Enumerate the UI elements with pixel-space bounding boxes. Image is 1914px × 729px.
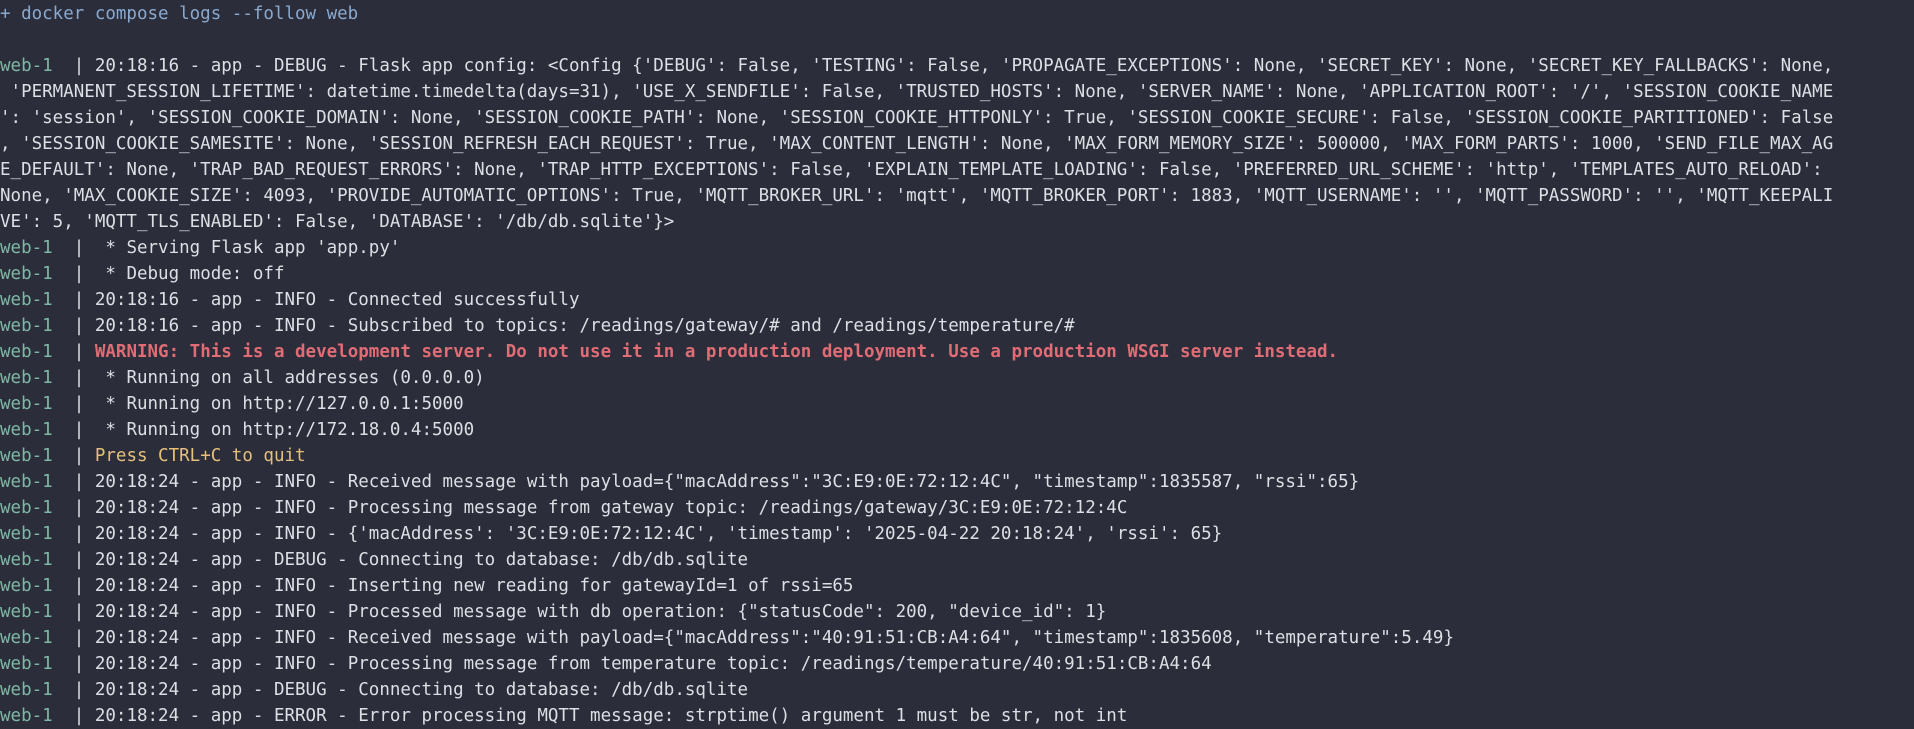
line-separator: | (73, 290, 95, 310)
line-separator: | (73, 264, 95, 284)
line-separator: | (73, 524, 95, 544)
service-prefix: web-1 (0, 524, 74, 544)
service-prefix: web-1 (0, 290, 74, 310)
line-separator: | (73, 602, 95, 622)
line-separator: | (73, 56, 95, 76)
line-separator: | (73, 654, 95, 674)
line-separator: | (73, 628, 95, 648)
log-line: web-1 | 20:18:24 - app - INFO - Received… (0, 625, 1914, 651)
service-prefix: web-1 (0, 576, 74, 596)
log-message: 20:18:16 - app - DEBUG - Flask app confi… (94, 56, 1834, 76)
service-prefix: web-1 (0, 706, 74, 726)
log-message: 20:18:24 - app - INFO - {'macAddress': '… (94, 524, 1223, 544)
log-message: 20:18:16 - app - INFO - Connected succes… (94, 290, 580, 310)
service-prefix: web-1 (0, 56, 74, 76)
service-prefix: web-1 (0, 602, 74, 622)
log-line: ': 'session', 'SESSION_COOKIE_DOMAIN': N… (0, 105, 1914, 131)
log-line: , 'SESSION_COOKIE_SAMESITE': None, 'SESS… (0, 131, 1914, 157)
log-message: 20:18:24 - app - INFO - Processing messa… (94, 498, 1128, 518)
log-message: 'PERMANENT_SESSION_LIFETIME': datetime.t… (0, 82, 1834, 102)
log-message: E_DEFAULT': None, 'TRAP_BAD_REQUEST_ERRO… (0, 160, 1823, 180)
service-prefix: web-1 (0, 472, 74, 492)
log-line: web-1 | 20:18:24 - app - INFO - Processi… (0, 651, 1914, 677)
log-line: 'PERMANENT_SESSION_LIFETIME': datetime.t… (0, 79, 1914, 105)
log-line: web-1 | * Serving Flask app 'app.py' (0, 235, 1914, 261)
service-prefix: web-1 (0, 446, 74, 466)
log-line: None, 'MAX_COOKIE_SIZE': 4093, 'PROVIDE_… (0, 183, 1914, 209)
log-message: * Running on http://127.0.0.1:5000 (94, 394, 464, 414)
log-message: 20:18:24 - app - INFO - Received message… (94, 472, 1360, 492)
log-message: * Serving Flask app 'app.py' (94, 238, 401, 258)
log-line: web-1 | Press CTRL+C to quit (0, 443, 1914, 469)
log-message: 20:18:24 - app - ERROR - Error processin… (94, 706, 1128, 726)
log-message: VE': 5, 'MQTT_TLS_ENABLED': False, 'DATA… (0, 212, 675, 232)
service-prefix: web-1 (0, 654, 74, 674)
log-message: 20:18:24 - app - INFO - Processing messa… (94, 654, 1212, 674)
log-line: web-1 | 20:18:24 - app - INFO - Processi… (0, 495, 1914, 521)
terminal-window[interactable]: + docker compose logs --follow web web-1… (0, 0, 1914, 729)
log-line: web-1 | 20:18:24 - app - INFO - Processe… (0, 599, 1914, 625)
service-prefix: web-1 (0, 264, 74, 284)
service-prefix: web-1 (0, 628, 74, 648)
service-prefix: web-1 (0, 238, 74, 258)
log-line: web-1 | * Running on http://127.0.0.1:50… (0, 391, 1914, 417)
line-separator: | (73, 706, 95, 726)
log-line: VE': 5, 'MQTT_TLS_ENABLED': False, 'DATA… (0, 209, 1914, 235)
log-line: web-1 | 20:18:16 - app - INFO - Subscrib… (0, 313, 1914, 339)
log-line: web-1 | 20:18:24 - app - DEBUG - Connect… (0, 547, 1914, 573)
log-message: None, 'MAX_COOKIE_SIZE': 4093, 'PROVIDE_… (0, 186, 1834, 206)
service-prefix: web-1 (0, 394, 74, 414)
log-message: * Debug mode: off (94, 264, 285, 284)
log-line: web-1 | * Running on all addresses (0.0.… (0, 365, 1914, 391)
log-line: web-1 | 20:18:24 - app - INFO - Insertin… (0, 573, 1914, 599)
line-separator: | (73, 446, 95, 466)
log-message: ': 'session', 'SESSION_COOKIE_DOMAIN': N… (0, 108, 1834, 128)
line-separator: | (73, 680, 95, 700)
line-separator: | (73, 342, 95, 362)
log-message: 20:18:16 - app - INFO - Subscribed to to… (94, 316, 1075, 336)
service-prefix: web-1 (0, 498, 74, 518)
service-prefix: web-1 (0, 420, 74, 440)
service-prefix: web-1 (0, 368, 74, 388)
line-separator: | (73, 576, 95, 596)
log-line: web-1 | 20:18:16 - app - DEBUG - Flask a… (0, 53, 1914, 79)
line-separator: | (73, 420, 95, 440)
log-message: * Running on http://172.18.0.4:5000 (94, 420, 475, 440)
line-separator: | (73, 368, 95, 388)
service-prefix: web-1 (0, 316, 74, 336)
line-separator: | (73, 238, 95, 258)
log-line: web-1 | 20:18:16 - app - INFO - Connecte… (0, 287, 1914, 313)
log-line: web-1 | 20:18:24 - app - INFO - {'macAdd… (0, 521, 1914, 547)
command-line: + docker compose logs --follow web (0, 4, 359, 24)
log-message: , 'SESSION_COOKIE_SAMESITE': None, 'SESS… (0, 134, 1834, 154)
service-prefix: web-1 (0, 550, 74, 570)
log-message: 20:18:24 - app - INFO - Received message… (94, 628, 1454, 648)
line-separator: | (73, 472, 95, 492)
log-message: 20:18:24 - app - INFO - Inserting new re… (94, 576, 854, 596)
line-separator: | (73, 550, 95, 570)
log-message: * Running on all addresses (0.0.0.0) (94, 368, 485, 388)
line-separator: | (73, 498, 95, 518)
log-message: Press CTRL+C to quit (94, 446, 306, 466)
log-line: web-1 | WARNING: This is a development s… (0, 339, 1914, 365)
service-prefix: web-1 (0, 342, 74, 362)
warning-message: WARNING: This is a development server. D… (94, 342, 1339, 362)
log-message: 20:18:24 - app - DEBUG - Connecting to d… (94, 680, 749, 700)
log-output: web-1 | 20:18:16 - app - DEBUG - Flask a… (0, 53, 1914, 729)
log-line: web-1 | * Debug mode: off (0, 261, 1914, 287)
log-line: web-1 | 20:18:24 - app - ERROR - Error p… (0, 703, 1914, 729)
service-prefix: web-1 (0, 680, 74, 700)
line-separator: | (73, 394, 95, 414)
log-line: web-1 | * Running on http://172.18.0.4:5… (0, 417, 1914, 443)
log-message: 20:18:24 - app - INFO - Processed messag… (94, 602, 1107, 622)
line-separator: | (73, 316, 95, 336)
log-message: 20:18:24 - app - DEBUG - Connecting to d… (94, 550, 749, 570)
log-line: web-1 | 20:18:24 - app - DEBUG - Connect… (0, 677, 1914, 703)
log-line: E_DEFAULT': None, 'TRAP_BAD_REQUEST_ERRO… (0, 157, 1914, 183)
log-line: web-1 | 20:18:24 - app - INFO - Received… (0, 469, 1914, 495)
